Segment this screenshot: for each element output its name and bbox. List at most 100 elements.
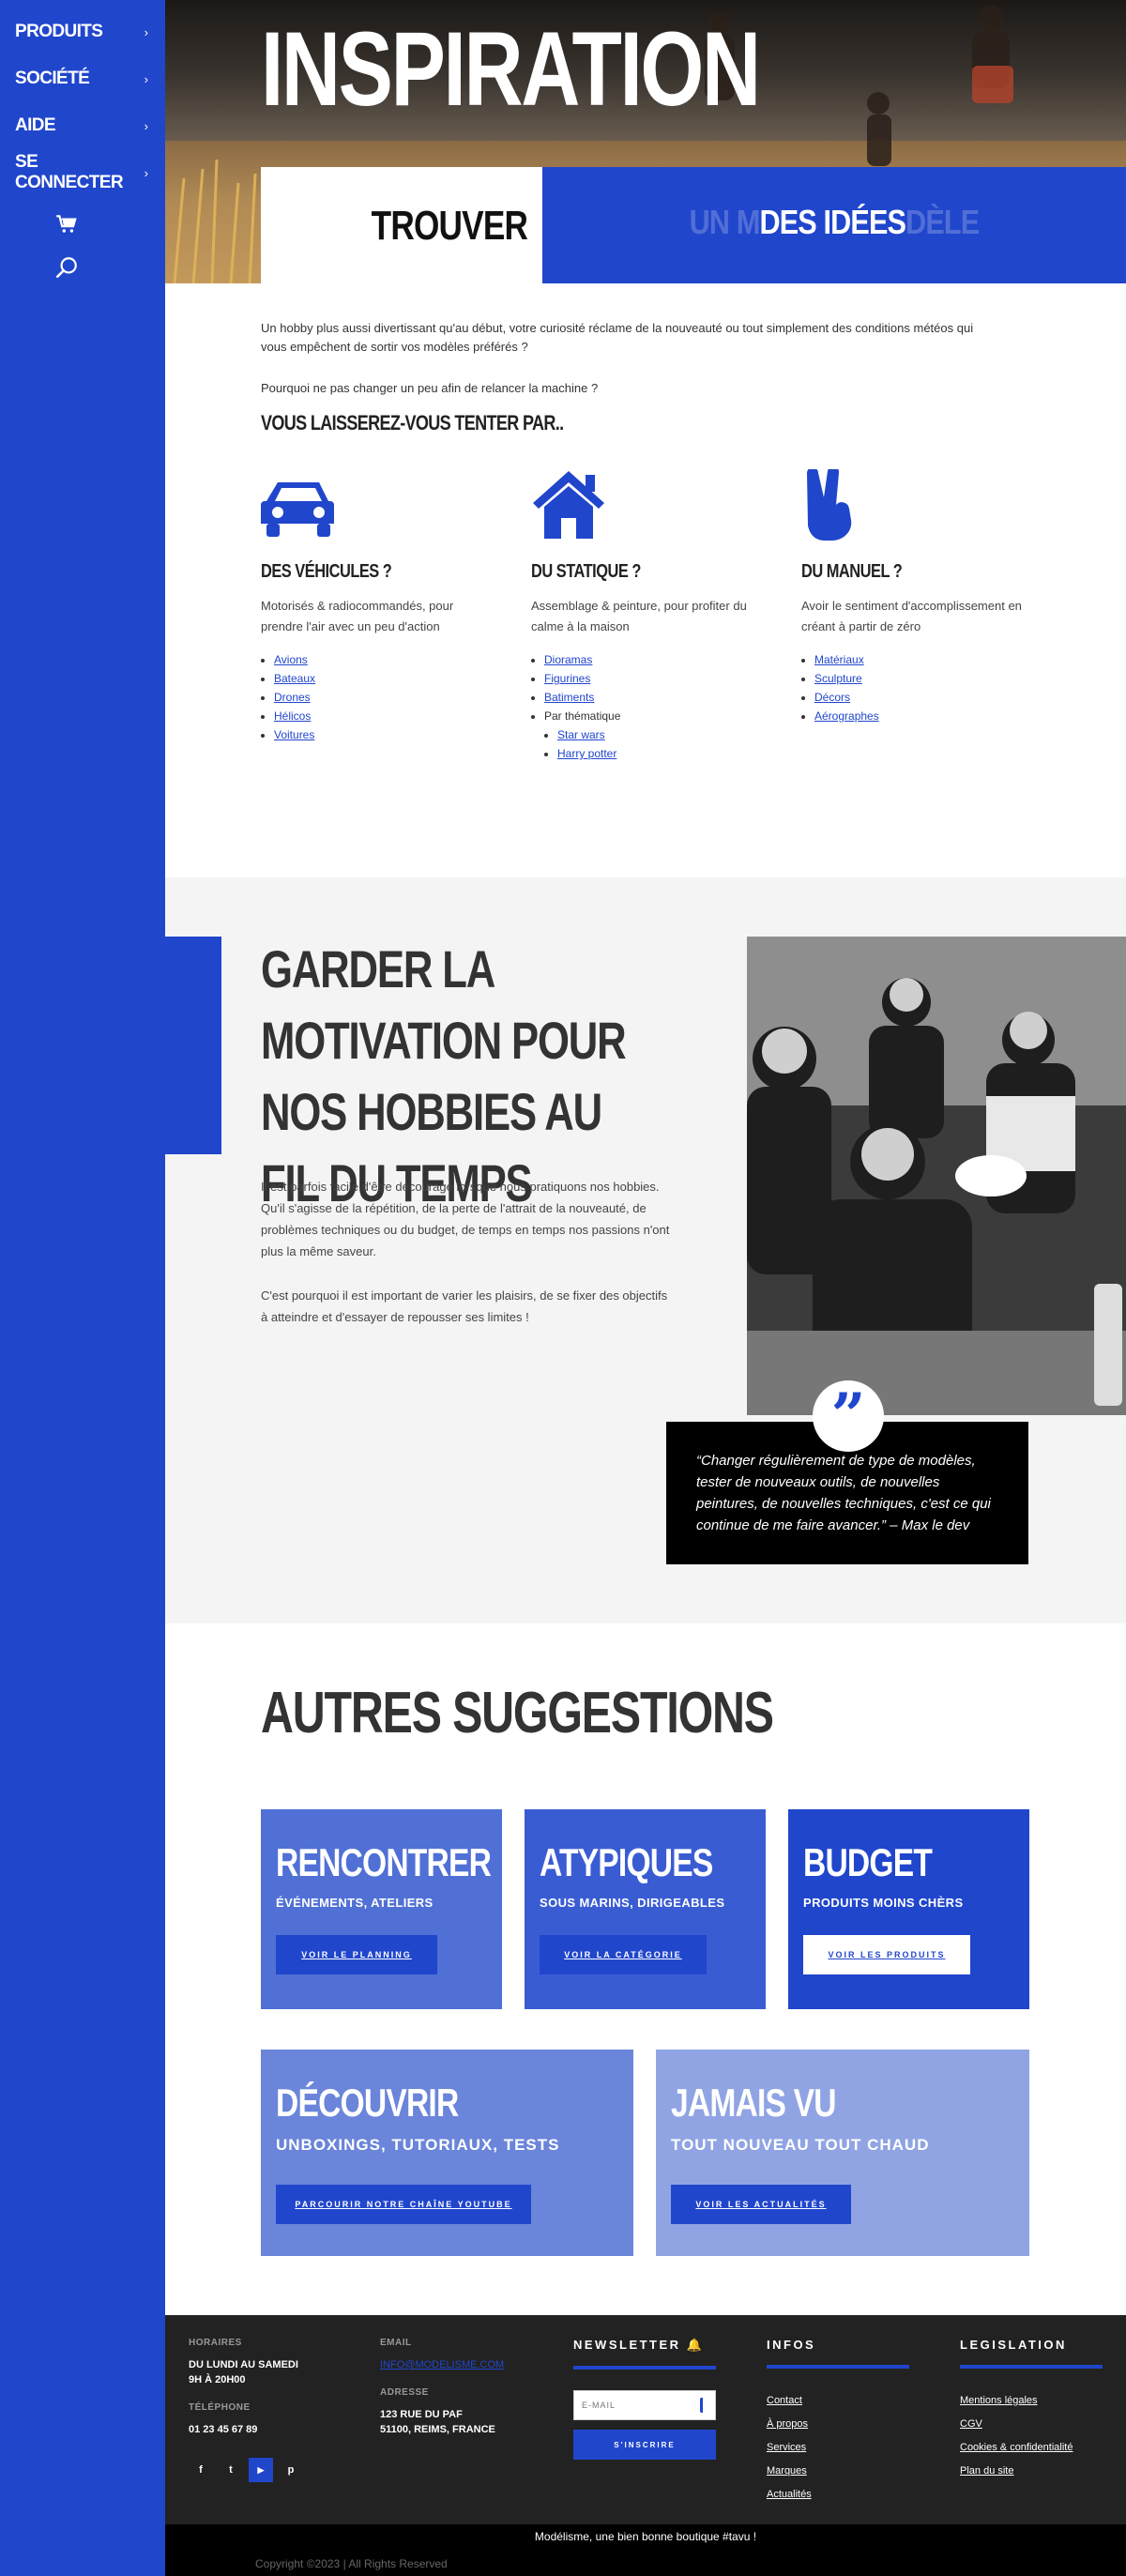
divider	[767, 2365, 909, 2369]
footer-link-sitemap[interactable]: Plan du site	[960, 2460, 1110, 2483]
link-voitures[interactable]: Voitures	[274, 728, 314, 741]
youtube-icon[interactable]: ▶	[249, 2458, 273, 2482]
footer-link-brands[interactable]: Marques	[767, 2460, 917, 2483]
search-icon[interactable]	[54, 255, 79, 280]
intro-section: Un hobby plus aussi divertissant qu'au d…	[261, 319, 993, 420]
card-subtitle: TOUT NOUVEAU TOUT CHAUD	[671, 2136, 930, 2154]
card-title: BUDGET	[803, 1840, 933, 1884]
infos-title: INFOS	[767, 2338, 816, 2352]
hand-icon	[807, 469, 852, 541]
view-category-button[interactable]: VOIR LA CATÉGORIE	[540, 1935, 707, 1974]
footer-link-legal-notice[interactable]: Mentions légales	[960, 2389, 1110, 2413]
ghost-text: UN M	[689, 203, 761, 241]
link-aerographes[interactable]: Aérographes	[814, 709, 879, 723]
category-title: DU STATIQUE ?	[531, 561, 641, 582]
category-text: Avoir le sentiment d'accomplissement en …	[801, 599, 1022, 633]
link-drones[interactable]: Drones	[274, 691, 311, 704]
sidebar-item-se-connecter[interactable]: SE CONNECTER ›	[15, 152, 156, 192]
link-star-wars[interactable]: Star wars	[557, 728, 605, 741]
phone-number[interactable]: 01 23 45 67 89	[189, 2422, 367, 2437]
hero-title: INSPIRATION	[261, 10, 761, 128]
slogan: Modélisme, une bien bonne boutique #tavu…	[534, 2530, 757, 2543]
footer-infos: INFOS Contact À propos Services Marques …	[767, 2338, 917, 2507]
subscribe-button[interactable]: S'INSCRIRE	[573, 2430, 716, 2460]
chevron-right-icon: ›	[144, 24, 148, 39]
address-line: 123 RUE DU PAF	[380, 2409, 463, 2420]
cart-icon[interactable]	[54, 212, 79, 236]
chevron-right-icon: ›	[144, 71, 148, 86]
password-manager-icon[interactable]	[700, 2398, 711, 2413]
sidebar-item-produits[interactable]: PRODUITS ›	[15, 16, 156, 48]
hero-find-text: TROUVER	[371, 203, 528, 249]
category-static: DU STATIQUE ? Assemblage & peinture, pou…	[531, 469, 756, 763]
twitter-icon[interactable]: t	[219, 2458, 243, 2482]
link-avions[interactable]: Avions	[274, 653, 308, 666]
link-dioramas[interactable]: Dioramas	[544, 653, 592, 666]
divider	[573, 2366, 716, 2370]
category-text: Assemblage & peinture, pour profiter du …	[531, 599, 747, 633]
sidebar-item-societe[interactable]: SOCIÉTÉ ›	[15, 63, 156, 95]
suggestion-card-rencontrer: RENCONTRER ÉVÉNEMENTS, ATELIERS VOIR LE …	[261, 1809, 502, 2009]
divider	[960, 2365, 1103, 2369]
facebook-icon[interactable]: f	[189, 2458, 213, 2482]
category-text: Motorisés & radiocommandés, pour prendre…	[261, 599, 454, 633]
footer-contact: HORAIRES DU LUNDI AU SAMEDI 9H À 20H00 T…	[189, 2338, 367, 2482]
footer-newsletter: NEWSLETTER 🔔 S'INSCRIRE	[573, 2338, 723, 2460]
card-subtitle: UNBOXINGS, TUTORIAUX, TESTS	[276, 2136, 560, 2154]
link-bateaux[interactable]: Bateaux	[274, 672, 315, 685]
suggestions-title: AUTRES SUGGESTIONS	[261, 1681, 774, 1745]
footer-link-cookies[interactable]: Cookies & confidentialité	[960, 2436, 1110, 2460]
workshop-photo	[747, 937, 1126, 1415]
sidebar-item-label: AIDE	[15, 115, 56, 135]
sidebar-item-label: PRODUITS	[15, 22, 103, 41]
address-label: ADRESSE	[380, 2387, 429, 2398]
link-batiments[interactable]: Batiments	[544, 691, 594, 704]
category-vehicles: DES VÉHICULES ? Motorisés & radiocommand…	[261, 469, 486, 744]
footer-legal: LEGISLATION Mentions légales CGV Cookies…	[960, 2338, 1110, 2483]
view-news-button[interactable]: VOIR LES ACTUALITÉS	[671, 2185, 851, 2224]
car-icon	[261, 482, 334, 537]
card-title: RENCONTRER	[276, 1840, 492, 1884]
hero-ideas-panel: UN MDES IDÉESDÈLE	[542, 167, 1126, 283]
category-links: Dioramas Figurines Batiments Par thémati…	[531, 650, 756, 763]
motivation-paragraph: C'est pourquoi il est important de varie…	[261, 1288, 668, 1324]
ideas-text: DES IDÉES	[759, 203, 906, 241]
motivation-text: Il est parfois facile d'être découragé l…	[261, 1176, 674, 1350]
footer-email-address: EMAIL INFO@MODELISME.COM ADRESSE 123 RUE…	[380, 2338, 558, 2437]
view-products-button[interactable]: VOIR LES PRODUITS	[803, 1935, 970, 1974]
hero-banner: INSPIRATION TROUVER UN MDES IDÉESDÈLE	[165, 0, 1126, 283]
view-planning-button[interactable]: VOIR LE PLANNING	[276, 1935, 437, 1974]
newsletter-title: NEWSLETTER 🔔	[573, 2338, 705, 2352]
link-helicos[interactable]: Hélicos	[274, 709, 311, 723]
footer-link-cgv[interactable]: CGV	[960, 2413, 1110, 2436]
footer-link-about[interactable]: À propos	[767, 2413, 917, 2436]
newsletter-email-input[interactable]	[574, 2391, 696, 2419]
pinterest-icon[interactable]: p	[279, 2458, 303, 2482]
wheat-stalks-image	[173, 159, 257, 283]
card-title: ATYPIQUES	[540, 1840, 713, 1884]
link-harry-potter[interactable]: Harry potter	[557, 747, 616, 760]
footer-link-contact[interactable]: Contact	[767, 2389, 917, 2413]
youtube-channel-button[interactable]: PARCOURIR NOTRE CHAÎNE YOUTUBE	[276, 2185, 531, 2224]
link-sculpture[interactable]: Sculpture	[814, 672, 862, 685]
link-materiaux[interactable]: Matériaux	[814, 653, 864, 666]
sidebar: PRODUITS › SOCIÉTÉ › AIDE › SE CONNECTER…	[0, 0, 165, 2576]
sidebar-item-aide[interactable]: AIDE ›	[15, 110, 156, 142]
footer-link-services[interactable]: Services	[767, 2436, 917, 2460]
hours-line: 9H À 20H00	[189, 2374, 246, 2385]
copyright-bar: Modélisme, une bien bonne boutique #tavu…	[165, 2524, 1126, 2576]
suggestion-card-budget: BUDGET PRODUITS MOINS CHÈRS VOIR LES PRO…	[788, 1809, 1029, 2009]
category-manual: DU MANUEL ? Avoir le sentiment d'accompl…	[801, 469, 1027, 725]
accent-block	[165, 937, 221, 1154]
card-subtitle: PRODUITS MOINS CHÈRS	[803, 1896, 964, 1910]
card-subtitle: ÉVÉNEMENTS, ATELIERS	[276, 1896, 434, 1910]
category-title: DES VÉHICULES ?	[261, 561, 392, 582]
legal-title: LEGISLATION	[960, 2338, 1067, 2352]
copyright: Copyright ©2023 | All Rights Reserved	[255, 2557, 448, 2570]
link-decors[interactable]: Décors	[814, 691, 850, 704]
footer-link-news[interactable]: Actualités	[767, 2483, 917, 2507]
link-figurines[interactable]: Figurines	[544, 672, 590, 685]
email-link[interactable]: INFO@MODELISME.COM	[380, 2357, 558, 2372]
quote-icon: ”	[813, 1380, 884, 1452]
house-icon	[533, 471, 604, 539]
